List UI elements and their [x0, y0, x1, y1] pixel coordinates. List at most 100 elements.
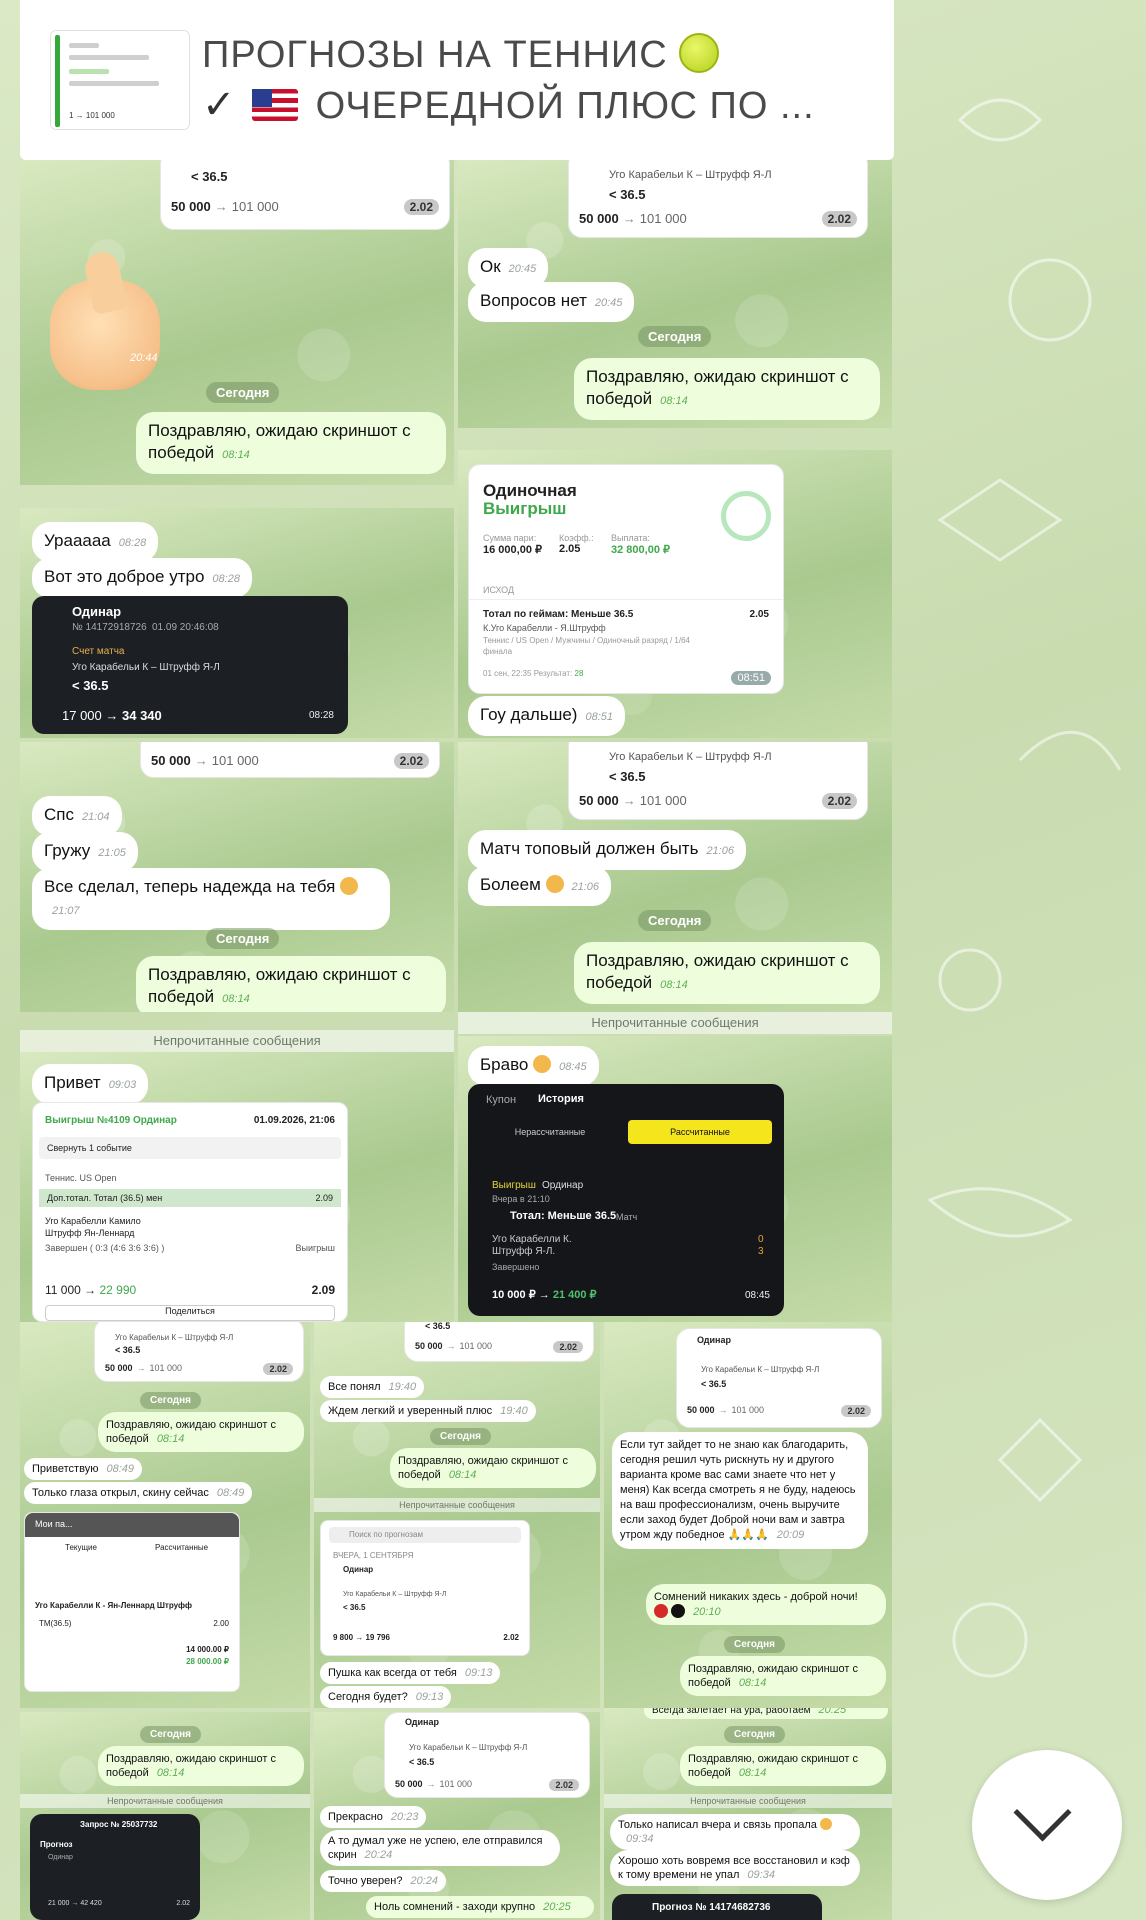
message-time: 19:40: [500, 1405, 528, 1417]
message-time: 21:07: [52, 905, 80, 917]
card-market: ТМ(36.5): [39, 1619, 72, 1628]
day-separator: Сегодня: [140, 1392, 202, 1409]
message-in: Прекрасно 20:23: [320, 1806, 427, 1828]
screenshot-panel-6: Уго Карабельи К – Штруфф Я-Л < 36.5 50 0…: [458, 742, 892, 1012]
message-time: 20:24: [364, 1849, 393, 1861]
coupon-total: < 36.5: [701, 1379, 727, 1389]
message-text: Ноль сомнений - заходи крупно: [374, 1901, 536, 1913]
message-in: Если тут зайдет то не знаю как благодари…: [612, 1432, 868, 1549]
message-text: Поздравляю, ожидаю скриншот с победой: [586, 951, 849, 992]
coupon-match: Уго Карабельи К – Штруфф Я-Л: [609, 169, 772, 181]
message-out: Поздравляю, ожидаю скриншот с победой 08:…: [136, 956, 446, 1012]
message-time: 21:05: [98, 847, 126, 859]
message-text: Гоу дальше): [480, 705, 578, 724]
message-text: Поздравляю, ожидаю скриншот с победой: [148, 965, 411, 1006]
card-title: Мои па...: [25, 1513, 239, 1537]
coupon-odds: 2.02: [553, 1341, 583, 1353]
message-time: 21:04: [81, 811, 110, 823]
card-status: Выигрыш: [483, 499, 567, 518]
screenshot-panel-13: Одинар Уго Карабельи К – Штруфф Я-Л < 36…: [314, 1712, 600, 1920]
segment-settled[interactable]: Рассчитанные: [628, 1120, 772, 1144]
coupon-match: Уго Карабельи К – Штруфф Я-Л: [701, 1365, 820, 1374]
message-time: 08:49: [106, 1463, 134, 1475]
result-value: 28: [574, 669, 584, 678]
coupon-odds: 2.02: [841, 1405, 871, 1417]
coupon-payout: 101 000: [731, 1405, 765, 1415]
screenshot-panel-2: Уго Карабельи К – Штруфф Я-Л < 36.5 50 0…: [458, 160, 892, 428]
message-text: Все понял: [328, 1381, 381, 1393]
message-text: Вопросов нет: [480, 291, 587, 310]
message-time: 21:06: [706, 845, 734, 857]
coupon-type: Одинар: [405, 1717, 439, 1727]
card-score-1: 0: [758, 1234, 764, 1245]
card-total: < 36.5: [343, 1603, 366, 1612]
bet-coupon: Уго Карабельи К – Штруфф Я-Л < 36.5 50 0…: [568, 160, 868, 238]
forecast-search-input[interactable]: Поиск по прогнозам: [329, 1527, 521, 1543]
coupon-odds: 2.02: [821, 211, 857, 227]
message-in: Пушка как всегда от тебя 09:13: [320, 1662, 501, 1684]
card-title: Прогноз № 14174682736: [652, 1902, 771, 1913]
unread-divider: Непрочитанные сообщения: [20, 1794, 310, 1808]
card-when: Вчера в 21:10: [492, 1194, 550, 1204]
screenshot-panel-8: Браво 08:45 Купон История Нерассчитанные…: [458, 1036, 892, 1322]
outcome-coef: 2.05: [749, 609, 769, 620]
card-done: Завершено: [492, 1262, 540, 1272]
message-text: Браво: [480, 1055, 529, 1074]
day-separator: Сегодня: [206, 382, 280, 403]
share-button[interactable]: Поделиться: [45, 1305, 335, 1321]
bet-coupon: < 36.5 50 000 → 101 000 2.02: [404, 1322, 594, 1362]
message-time: 19:40: [388, 1381, 417, 1393]
message-in: Только написал вчера и связь пропала 09:…: [610, 1814, 860, 1850]
card-kind: Ординар: [542, 1180, 584, 1191]
message-text: Гружу: [44, 841, 91, 860]
message-out: Всегда залетает на ура, работаем 20:25: [644, 1708, 888, 1719]
coupon-total: < 36.5: [609, 187, 646, 202]
card-date: ВЧЕРА, 1 СЕНТЯБРЯ: [333, 1551, 414, 1560]
message-text: Ок: [480, 257, 501, 276]
segment-current[interactable]: Текущие: [65, 1543, 97, 1552]
tab-history[interactable]: История: [538, 1093, 584, 1105]
unread-divider: Непрочитанные сообщения: [314, 1498, 600, 1512]
card-match: Уго Карабельи К – Штруфф Я-Л: [72, 662, 220, 673]
segment-unsettled[interactable]: Нерассчитанные: [480, 1120, 620, 1144]
collapse-events-button[interactable]: Свернуть 1 событие: [39, 1137, 341, 1159]
tab-coupon[interactable]: Купон: [486, 1094, 516, 1106]
screenshot-panel-3: Ураааaa 08:28 Вот это доброе утро 08:28 Од…: [20, 508, 454, 738]
bet-history-card: Купон История Нерассчитанные Рассчитанны…: [468, 1084, 784, 1316]
message-text: Всегда залетает на ура, работаем: [652, 1708, 811, 1716]
card-payout: 34 340: [122, 708, 162, 723]
card-market: Тотал: Меньше 36.5: [510, 1210, 617, 1222]
card-score: Завершен ( 0:3 (4:6 3:6 3:6) ): [45, 1243, 165, 1253]
card-time: 08:45: [744, 1290, 770, 1301]
message-time: 08:14: [738, 1767, 767, 1779]
segment-settled[interactable]: Рассчитанные: [155, 1543, 208, 1552]
coupon-payout: 101 000: [639, 793, 687, 808]
card-stake: 21 000: [48, 1900, 70, 1907]
black-circle-emoji: [671, 1604, 686, 1618]
message-in: Вопросов нет 20:45: [468, 282, 635, 322]
card-total: < 36.5: [72, 678, 109, 693]
message-time: 08:14: [448, 1469, 477, 1481]
coupon-stake: 50 000: [171, 199, 211, 214]
post-thumbnail[interactable]: 1 → 101 000: [50, 30, 190, 130]
coupon-odds: 2.02: [549, 1779, 579, 1791]
coupon-payout: 101 000: [231, 199, 279, 214]
message-time: 08:14: [222, 993, 250, 1005]
scroll-down-button[interactable]: [972, 1750, 1122, 1900]
card-line: Уго Карабелли К - Ян-Леннард Штруфф: [35, 1601, 192, 1610]
unread-divider: Непрочитанные сообщения: [458, 1012, 892, 1034]
message-text: Поздравляю, ожидаю скриншот с победой: [586, 367, 849, 408]
bet-coupon: Одинар Уго Карабельи К – Штруфф Я-Л < 36…: [384, 1712, 590, 1798]
card-stake: 9 800: [333, 1633, 354, 1642]
card-score-2: 3: [758, 1246, 764, 1257]
my-bets-card: Мои па... Текущие Рассчитанные Уго Караб…: [24, 1512, 240, 1692]
message-time: 08:14: [660, 395, 688, 407]
message-time: 20:23: [390, 1811, 419, 1823]
coupon-stake: 50 000: [579, 211, 619, 226]
coupon-stake: 50 000: [415, 1341, 443, 1351]
coupon-match: Уго Карабельи К – Штруфф Я-Л: [115, 1333, 234, 1342]
post-header: 1 → 101 000 ПРОГНОЗЫ НА ТЕННИС ✓ ОЧЕРЕДН…: [20, 0, 894, 160]
message-in: Болеем 21:06: [468, 866, 612, 906]
screenshot-panel-4: Одиночная Выигрыш Сумма пари: 16 000,00 …: [458, 450, 892, 738]
card-time: 08:51: [731, 671, 771, 685]
